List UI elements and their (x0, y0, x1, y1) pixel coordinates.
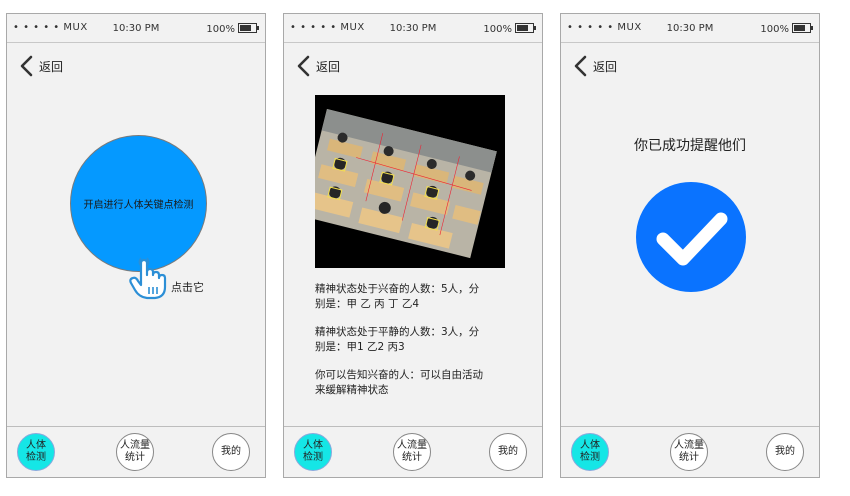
back-label: 返回 (593, 59, 618, 74)
tab-label: 统计 (125, 452, 145, 463)
battery-percent: 100% (483, 24, 512, 35)
tab-label: 人流量 (120, 440, 150, 451)
battery-percent: 100% (206, 24, 235, 35)
tab-label: 检测 (303, 452, 323, 463)
tab-label: 人流量 (674, 440, 704, 451)
battery-icon (792, 23, 813, 33)
tab-body-detect[interactable]: 人体 检测 (17, 433, 55, 471)
tab-label: 人体 (303, 440, 323, 451)
tab-bar: 人体 检测 人流量 统计 我的 (7, 426, 265, 477)
tab-label: 我的 (775, 446, 795, 457)
checkmark-icon (636, 182, 746, 292)
result-line: 精神状态处于兴奋的人数：5人，分 (315, 283, 480, 295)
excited-count-text: 精神状态处于兴奋的人数：5人，分 别是：甲 乙 丙 丁 乙4 (315, 282, 515, 312)
tab-mine[interactable]: 我的 (212, 433, 250, 471)
battery-icon (238, 23, 259, 33)
tab-label: 人体 (26, 440, 46, 451)
back-button[interactable]: 返回 (296, 54, 340, 78)
tab-label: 人体 (580, 440, 600, 451)
result-line: 别是：甲1 乙2 丙3 (315, 341, 405, 353)
start-detection-label: 开启进行人体关键点检测 (83, 200, 194, 211)
result-line: 你可以告知兴奋的人：可以自由活动 (315, 369, 483, 381)
tab-crowd-stats[interactable]: 人流量 统计 (393, 433, 431, 471)
back-chevron-icon (297, 55, 310, 77)
tab-mine[interactable]: 我的 (766, 433, 804, 471)
tab-label: 统计 (679, 452, 699, 463)
tab-label: 检测 (580, 452, 600, 463)
result-line: 别是：甲 乙 丙 丁 乙4 (315, 298, 420, 310)
success-message: 你已成功提醒他们 (634, 138, 746, 154)
start-detection-button[interactable]: 开启进行人体关键点检测 (70, 135, 207, 272)
classroom-detection-image (315, 95, 505, 268)
tab-label: 人流量 (397, 440, 427, 451)
calm-count-text: 精神状态处于平静的人数：3人，分 别是：甲1 乙2 丙3 (315, 325, 515, 355)
tab-body-detect[interactable]: 人体 检测 (571, 433, 609, 471)
tab-crowd-stats[interactable]: 人流量 统计 (670, 433, 708, 471)
pointing-hand-icon (129, 257, 167, 300)
tab-label: 检测 (26, 452, 46, 463)
advice-text: 你可以告知兴奋的人：可以自由活动 来缓解精神状态 (315, 368, 515, 398)
status-bar: • • • • • MUX 10:30 PM 100% (284, 14, 542, 43)
battery-percent: 100% (760, 24, 789, 35)
back-label: 返回 (39, 59, 64, 74)
tab-crowd-stats[interactable]: 人流量 统计 (116, 433, 154, 471)
tab-mine[interactable]: 我的 (489, 433, 527, 471)
back-label: 返回 (316, 59, 341, 74)
tab-label: 统计 (402, 452, 422, 463)
tap-hint: 点击它 (171, 281, 204, 294)
back-chevron-icon (20, 55, 33, 77)
phone-screen-result: • • • • • MUX 10:30 PM 100% 返回 精神状态处于兴奋的… (283, 13, 543, 478)
tab-label: 我的 (221, 446, 241, 457)
status-bar: • • • • • MUX 10:30 PM 100% (561, 14, 819, 43)
phone-screen-detect: • • • • • MUX 10:30 PM 100% 返回 开启进行人体关键点… (6, 13, 266, 478)
tab-bar: 人体 检测 人流量 统计 我的 (561, 426, 819, 477)
result-line: 精神状态处于平静的人数：3人，分 (315, 326, 480, 338)
status-bar: • • • • • MUX 10:30 PM 100% (7, 14, 265, 43)
battery-icon (515, 23, 536, 33)
tab-body-detect[interactable]: 人体 检测 (294, 433, 332, 471)
back-chevron-icon (574, 55, 587, 77)
back-button[interactable]: 返回 (19, 54, 63, 78)
phone-screen-success: • • • • • MUX 10:30 PM 100% 返回 你已成功提醒他们 … (560, 13, 820, 478)
tab-bar: 人体 检测 人流量 统计 我的 (284, 426, 542, 477)
result-line: 来缓解精神状态 (315, 384, 389, 396)
back-button[interactable]: 返回 (573, 54, 617, 78)
tab-label: 我的 (498, 446, 518, 457)
